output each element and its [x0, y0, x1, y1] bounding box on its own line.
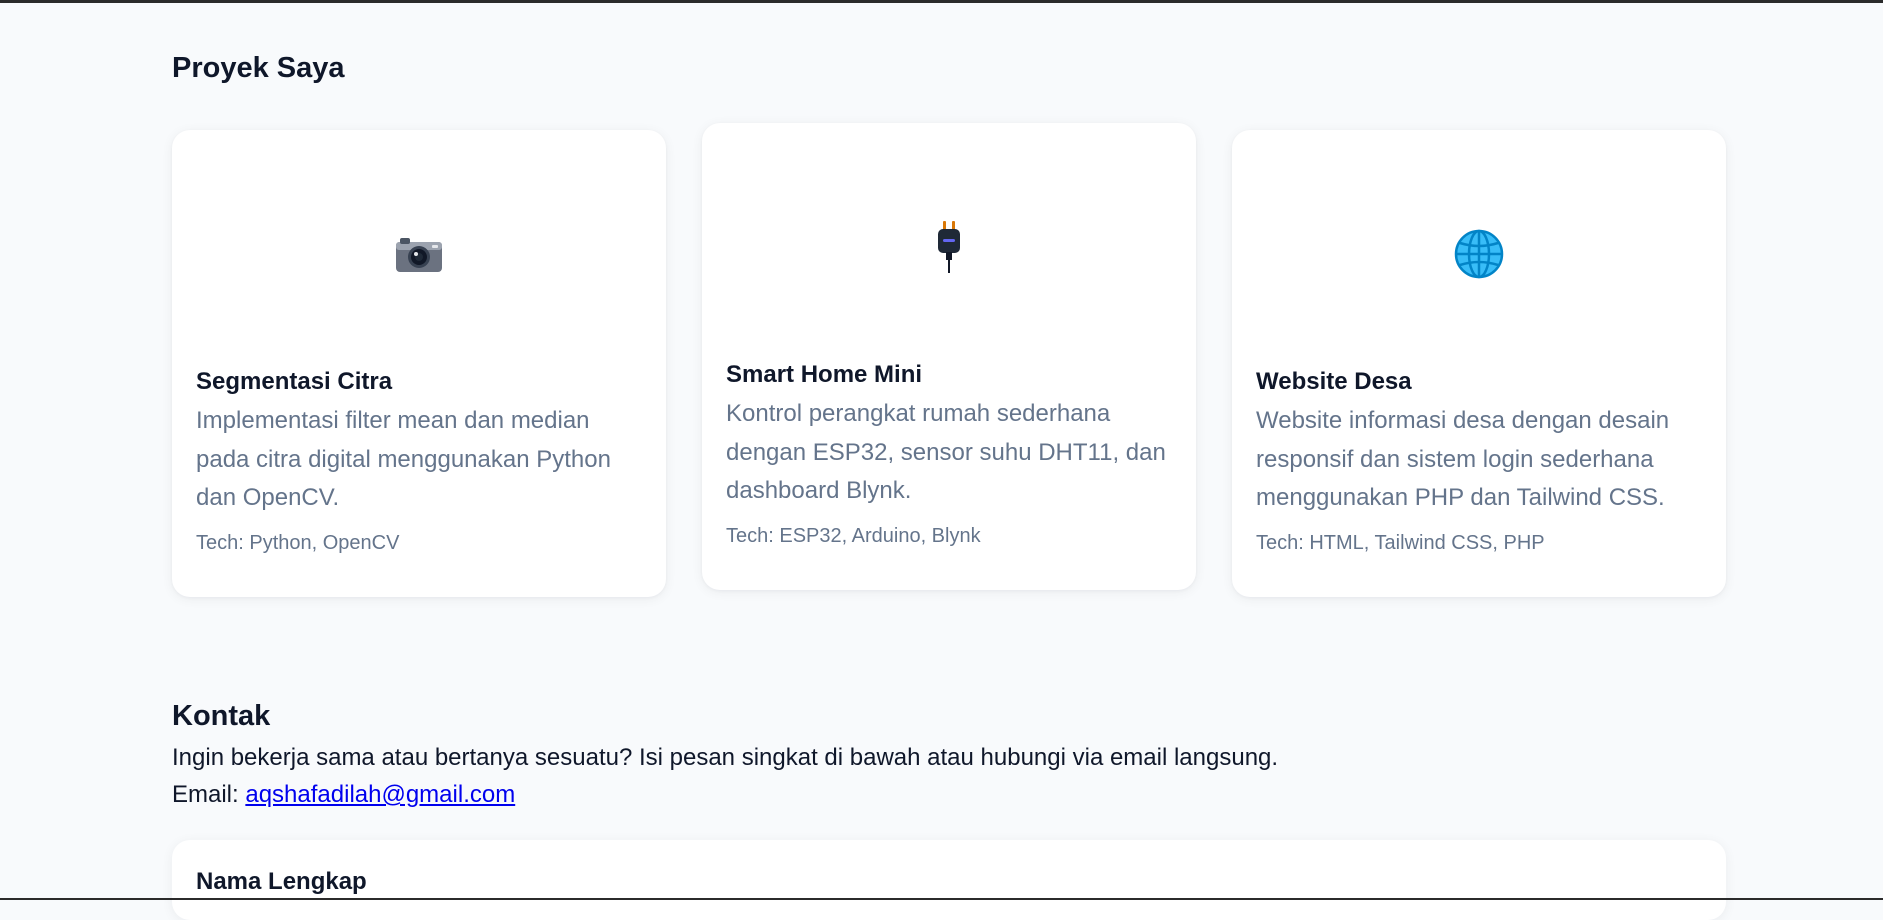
email-label: Email: — [172, 781, 239, 808]
projects-section-title: Proyek Saya — [172, 52, 345, 84]
project-title: Website Desa — [1256, 368, 1412, 395]
project-title: Segmentasi Citra — [196, 368, 393, 395]
camera-icon — [172, 210, 666, 290]
project-card-website-desa: Website Desa Website informasi desa deng… — [1232, 130, 1726, 597]
project-tech: Tech: HTML, Tailwind CSS, PHP — [1256, 532, 1545, 554]
name-field-label: Nama Lengkap — [196, 868, 367, 895]
project-description: Implementasi filter mean dan median pada… — [196, 407, 611, 511]
contact-section-title: Kontak — [172, 700, 271, 732]
electric-plug-icon — [702, 203, 1196, 283]
project-card-smart-home-mini: Smart Home Mini Kontrol perangkat rumah … — [702, 123, 1196, 590]
project-tech: Tech: Python, OpenCV — [196, 532, 400, 554]
project-description: Website informasi desa dengan desain res… — [1256, 407, 1670, 511]
window-top-border — [0, 0, 1883, 3]
email-link[interactable]: aqshafadilah@gmail.com — [245, 781, 515, 808]
project-title: Smart Home Mini — [726, 361, 923, 388]
project-tech: Tech: ESP32, Arduino, Blynk — [726, 525, 981, 547]
project-description: Kontrol perangkat rumah sederhana dengan… — [726, 400, 1166, 504]
contact-description: Ingin bekerja sama atau bertanya sesuatu… — [172, 744, 1279, 771]
globe-icon — [1232, 210, 1726, 290]
contact-email-line: Email: aqshafadilah@gmail.com — [172, 781, 515, 809]
contact-form: Nama Lengkap — [172, 840, 1726, 920]
project-card-segmentasi-citra: Segmentasi Citra Implementasi filter mea… — [172, 130, 666, 597]
